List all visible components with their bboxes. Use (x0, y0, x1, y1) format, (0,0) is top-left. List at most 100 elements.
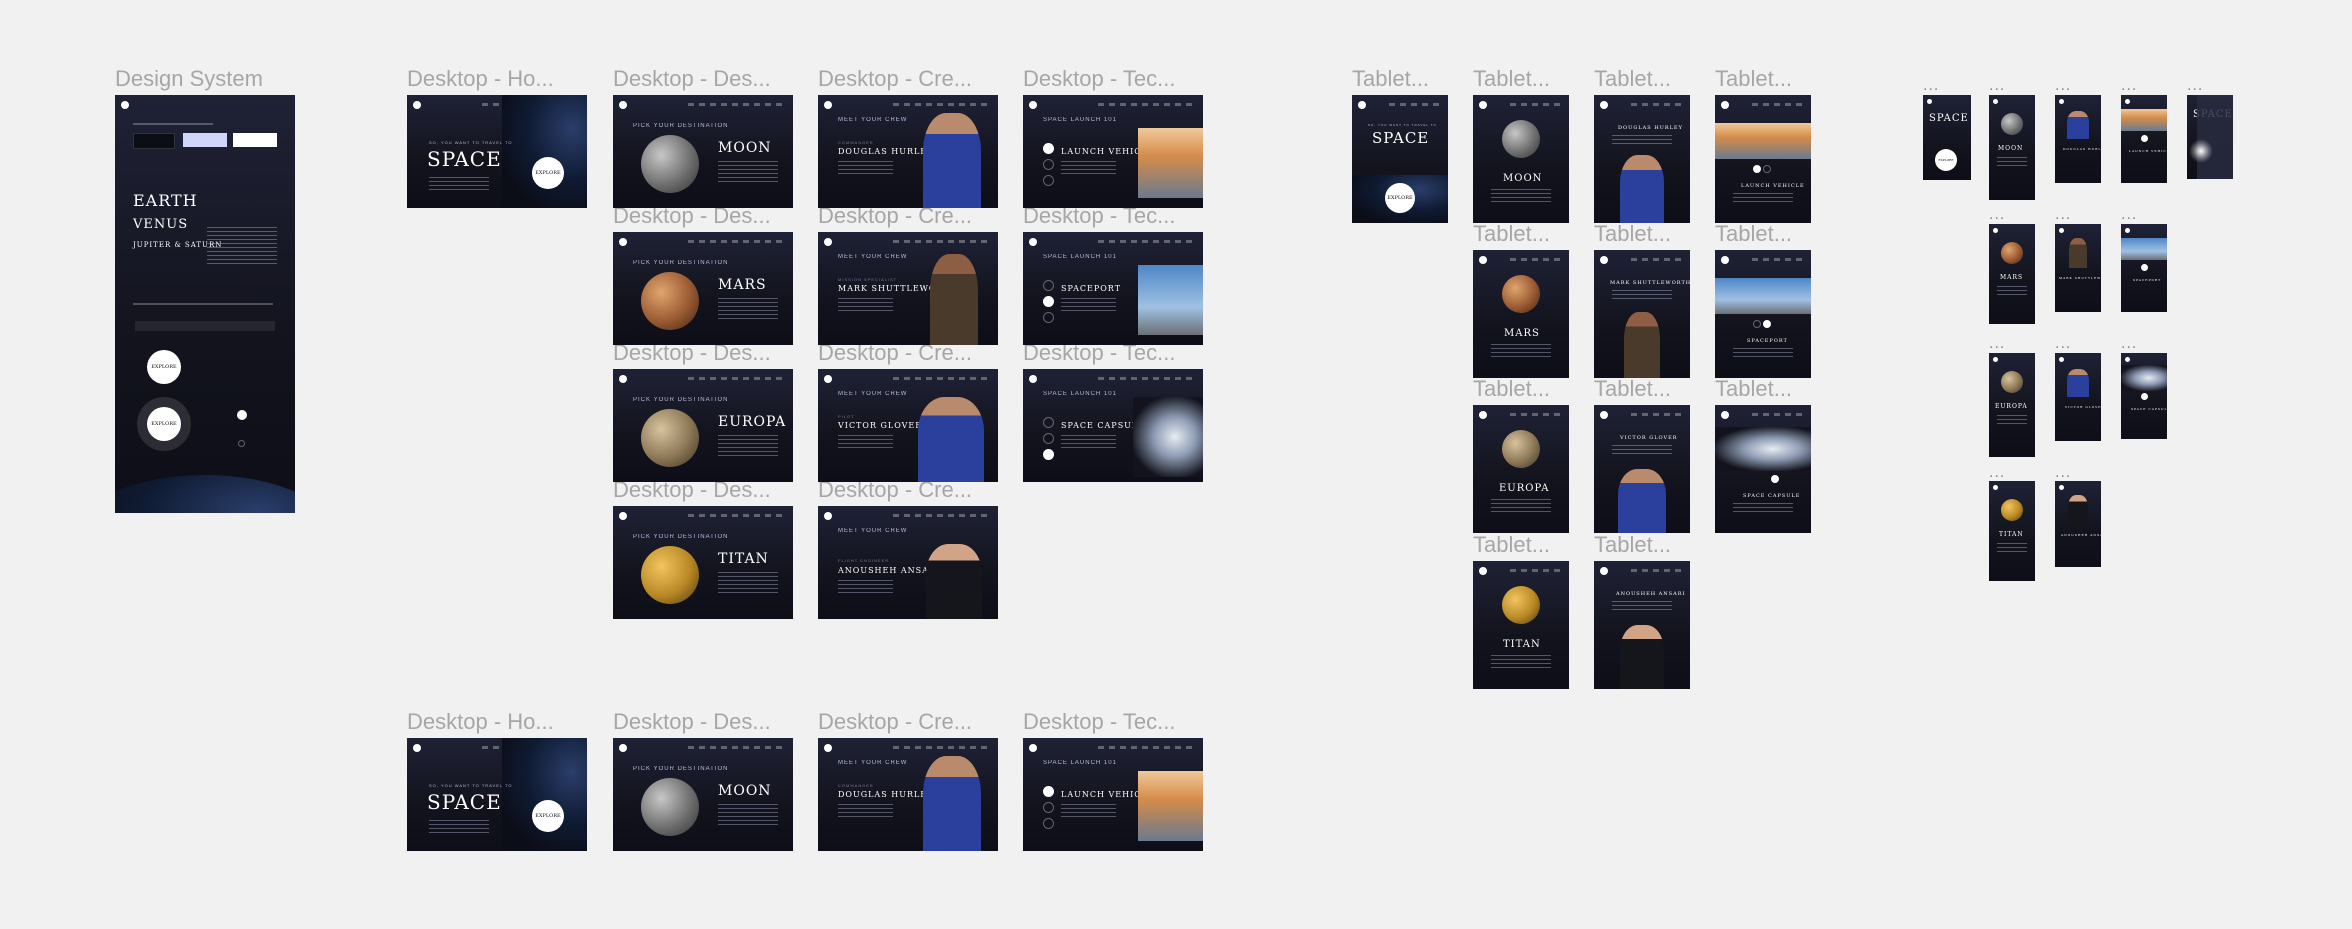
desktop-technology-space-capsule[interactable]: SPACE LAUNCH 101 SPACE CAPSULE (1023, 369, 1203, 482)
step-1-button[interactable] (1043, 280, 1054, 291)
frame-label-mobile[interactable]: ... (1923, 78, 1939, 94)
explore-button[interactable]: EXPLORE (1385, 183, 1415, 213)
design-system-frame[interactable]: EARTH VENUS JUPITER & SATURN EXPLORE EXP… (115, 95, 295, 513)
desktop-home-frame[interactable]: SO, YOU WANT TO TRAVEL TO SPACE EXPLORE (407, 95, 587, 208)
frame-label-mobile[interactable]: ... (2055, 336, 2071, 352)
tablet-destination-moon[interactable]: MOON (1473, 95, 1569, 223)
frame-label-mobile[interactable]: ... (1989, 465, 2005, 481)
tablet-crew-ansari[interactable]: ANOUSHEH ANSARI (1594, 561, 1690, 689)
tablet-home-frame[interactable]: SO, YOU WANT TO TRAVEL TO SPACE EXPLORE (1352, 95, 1448, 223)
slider-dot[interactable] (237, 410, 247, 420)
frame-label-tablet[interactable]: Tablet... (1473, 223, 1550, 245)
frame-label-desktop-technology[interactable]: Desktop - Tec... (1023, 205, 1175, 227)
step-2-button[interactable] (1043, 296, 1054, 307)
mobile-technology-spaceport[interactable]: SPACEPORT (2121, 224, 2167, 312)
frame-label-desktop-home[interactable]: Desktop - Ho... (407, 711, 554, 733)
step-1-button[interactable] (1753, 165, 1761, 173)
frame-label-mobile[interactable]: ... (1989, 207, 2005, 223)
tablet-destination-mars[interactable]: MARS (1473, 250, 1569, 378)
frame-label-desktop-destination[interactable]: Desktop - Des... (613, 342, 771, 364)
desktop-crew-shuttleworth[interactable]: MEET YOUR CREW MISSION SPECIALIST MARK S… (818, 232, 998, 345)
tablet-destination-europa[interactable]: EUROPA (1473, 405, 1569, 533)
frame-label-design-system[interactable]: Design System (115, 68, 263, 90)
step-1-button[interactable] (2141, 135, 2148, 142)
desktop-crew-ansari[interactable]: MEET YOUR CREW FLIGHT ENGINEER ANOUSHEH … (818, 506, 998, 619)
step-3-button[interactable] (1043, 449, 1054, 460)
frame-label-desktop-destination[interactable]: Desktop - Des... (613, 68, 771, 90)
step-3-button[interactable] (2141, 393, 2148, 400)
frame-label-desktop-crew[interactable]: Desktop - Cre... (818, 68, 972, 90)
frame-label-tablet[interactable]: Tablet... (1594, 534, 1671, 556)
step-3-button[interactable] (1771, 475, 1779, 483)
mobile-destination-mars[interactable]: MARS (1989, 224, 2035, 324)
frame-label-mobile[interactable]: ... (1989, 78, 2005, 94)
frame-label-mobile[interactable]: ... (2055, 78, 2071, 94)
desktop-technology-launch-vehicle-2[interactable]: SPACE LAUNCH 101 LAUNCH VEHICLE (1023, 738, 1203, 851)
frame-label-tablet[interactable]: Tablet... (1473, 534, 1550, 556)
step-2-button[interactable] (1043, 802, 1054, 813)
frame-label-desktop-technology[interactable]: Desktop - Tec... (1023, 342, 1175, 364)
tablet-technology-spaceport[interactable]: SPACEPORT (1715, 250, 1811, 378)
frame-label-mobile[interactable]: ... (2121, 336, 2137, 352)
frame-label-desktop-crew[interactable]: Desktop - Cre... (818, 205, 972, 227)
desktop-destination-moon[interactable]: PICK YOUR DESTINATION MOON (613, 95, 793, 208)
tablet-crew-glover[interactable]: VICTOR GLOVER (1594, 405, 1690, 533)
explore-button-sample[interactable]: EXPLORE (147, 350, 181, 384)
frame-label-tablet[interactable]: Tablet... (1594, 223, 1671, 245)
frame-label-desktop-crew[interactable]: Desktop - Cre... (818, 711, 972, 733)
desktop-destination-europa[interactable]: PICK YOUR DESTINATION EUROPA (613, 369, 793, 482)
step-3-button[interactable] (1043, 818, 1054, 829)
mobile-destination-europa[interactable]: EUROPA (1989, 353, 2035, 457)
frame-label-tablet[interactable]: Tablet... (1473, 68, 1550, 90)
frame-label-desktop-destination[interactable]: Desktop - Des... (613, 711, 771, 733)
tablet-crew-shuttleworth[interactable]: MARK SHUTTLEWORTH (1594, 250, 1690, 378)
frame-label-desktop-crew[interactable]: Desktop - Cre... (818, 342, 972, 364)
frame-label-tablet[interactable]: Tablet... (1715, 68, 1792, 90)
step-2-button[interactable] (1043, 159, 1054, 170)
tablet-crew-hurley[interactable]: DOUGLAS HURLEY (1594, 95, 1690, 223)
mobile-crew-hurley[interactable]: DOUGLAS HURLEY (2055, 95, 2101, 183)
tablet-destination-titan[interactable]: TITAN (1473, 561, 1569, 689)
mobile-destination-titan[interactable]: TITAN (1989, 481, 2035, 581)
frame-label-mobile[interactable]: ... (2055, 207, 2071, 223)
frame-label-desktop-crew[interactable]: Desktop - Cre... (818, 479, 972, 501)
desktop-destination-moon-2[interactable]: PICK YOUR DESTINATION MOON (613, 738, 793, 851)
step-3-button[interactable] (1043, 175, 1054, 186)
step-1-button[interactable] (1043, 786, 1054, 797)
step-2-button[interactable] (1043, 433, 1054, 444)
frame-label-tablet[interactable]: Tablet... (1594, 68, 1671, 90)
frame-label-mobile[interactable]: ... (2055, 465, 2071, 481)
explore-button-hover[interactable]: EXPLORE (147, 407, 181, 441)
frame-label-desktop-technology[interactable]: Desktop - Tec... (1023, 68, 1175, 90)
frame-label-mobile[interactable]: ... (2187, 78, 2203, 94)
frame-label-tablet[interactable]: Tablet... (1352, 68, 1429, 90)
step-1-button[interactable] (1043, 143, 1054, 154)
desktop-technology-spaceport[interactable]: SPACE LAUNCH 101 SPACEPORT (1023, 232, 1203, 345)
tablet-technology-space-capsule[interactable]: SPACE CAPSULE (1715, 405, 1811, 533)
mobile-crew-shuttleworth[interactable]: MARK SHUTTLEWORTH (2055, 224, 2101, 312)
mobile-home-frame[interactable]: SPACE EXPLORE (1923, 95, 1971, 180)
desktop-crew-glover[interactable]: MEET YOUR CREW PILOT VICTOR GLOVER (818, 369, 998, 482)
mobile-crew-ansari[interactable]: ANOUSHEH ANSARI (2055, 481, 2101, 567)
step-3-button[interactable] (1043, 312, 1054, 323)
frame-label-mobile[interactable]: ... (2121, 78, 2137, 94)
explore-button[interactable]: EXPLORE (532, 800, 564, 832)
desktop-home-frame-2[interactable]: SO, YOU WANT TO TRAVEL TO SPACE EXPLORE (407, 738, 587, 851)
frame-label-desktop-technology[interactable]: Desktop - Tec... (1023, 711, 1175, 733)
desktop-crew-hurley[interactable]: MEET YOUR CREW COMMANDER DOUGLAS HURLEY (818, 95, 998, 208)
mobile-destination-moon[interactable]: MOON (1989, 95, 2035, 200)
frame-label-tablet[interactable]: Tablet... (1715, 223, 1792, 245)
desktop-crew-hurley-2[interactable]: MEET YOUR CREW COMMANDER DOUGLAS HURLEY (818, 738, 998, 851)
frame-label-desktop-home[interactable]: Desktop - Ho... (407, 68, 554, 90)
frame-label-tablet[interactable]: Tablet... (1715, 378, 1792, 400)
frame-label-tablet[interactable]: Tablet... (1594, 378, 1671, 400)
tablet-technology-launch-vehicle[interactable]: LAUNCH VEHICLE (1715, 95, 1811, 223)
desktop-technology-launch-vehicle[interactable]: SPACE LAUNCH 101 LAUNCH VEHICLE (1023, 95, 1203, 208)
frame-label-desktop-destination[interactable]: Desktop - Des... (613, 205, 771, 227)
mobile-technology-launch-vehicle[interactable]: LAUNCH VEHICLE (2121, 95, 2167, 183)
explore-button[interactable]: EXPLORE (1935, 149, 1957, 171)
step-2-button[interactable] (2141, 264, 2148, 271)
mobile-technology-space-capsule[interactable]: SPACE CAPSULE (2121, 353, 2167, 439)
slider-dot[interactable] (238, 440, 245, 447)
frame-label-desktop-destination[interactable]: Desktop - Des... (613, 479, 771, 501)
